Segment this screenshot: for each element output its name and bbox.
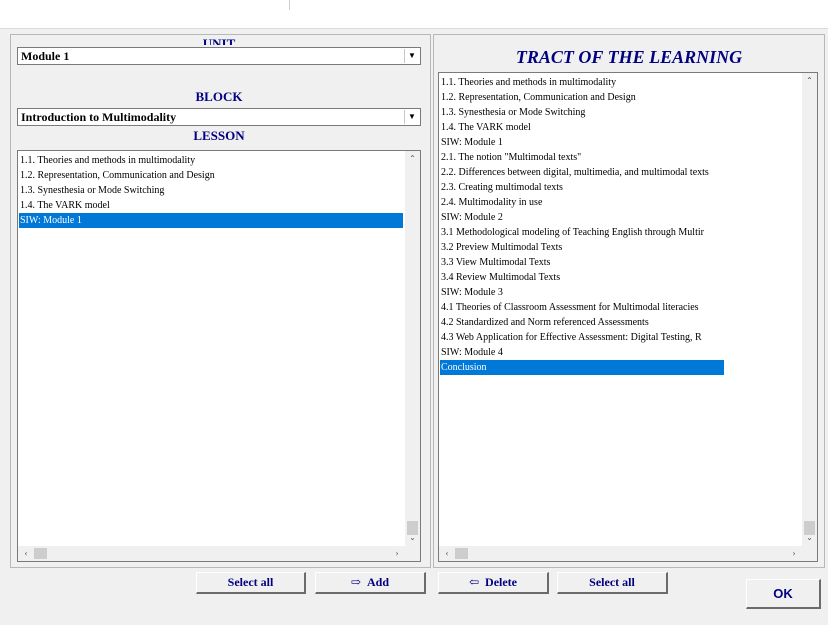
- tract-list-item[interactable]: 4.1 Theories of Classroom Assessment for…: [440, 300, 724, 315]
- select-all-tract-label: Select all: [589, 575, 635, 589]
- learning-tract-panel: TRACT OF THE LEARNING 1.1. Theories and …: [433, 34, 825, 568]
- lesson-items: 1.1. Theories and methods in multimodali…: [19, 153, 403, 228]
- ok-button[interactable]: OK: [746, 579, 821, 609]
- arrow-right-icon: ⇨: [350, 575, 362, 589]
- lesson-heading: LESSON: [193, 128, 245, 143]
- scroll-thumb[interactable]: [34, 548, 47, 559]
- scrollbar-corner: [802, 546, 817, 561]
- block-dropdown-value: Introduction to Multimodality: [21, 110, 177, 124]
- tract-list-item[interactable]: 2.2. Differences between digital, multim…: [440, 165, 724, 180]
- delete-button[interactable]: ⇦ Delete: [438, 572, 549, 594]
- scrollbar-corner: [405, 546, 420, 561]
- tract-items: 1.1. Theories and methods in multimodali…: [440, 75, 724, 375]
- chevron-down-icon[interactable]: ▼: [404, 110, 419, 124]
- lesson-vertical-scrollbar[interactable]: ⌃ ⌄: [405, 151, 420, 546]
- scroll-left-icon[interactable]: ‹: [19, 546, 33, 561]
- unit-heading: UNIT: [202, 37, 236, 45]
- scroll-up-icon[interactable]: ⌃: [802, 74, 817, 88]
- scroll-right-icon[interactable]: ›: [787, 546, 801, 561]
- tract-list-item[interactable]: 1.4. The VARK model: [440, 120, 724, 135]
- scroll-thumb[interactable]: [455, 548, 468, 559]
- select-all-lessons-button[interactable]: Select all: [196, 572, 306, 594]
- lesson-listbox[interactable]: 1.1. Theories and methods in multimodali…: [17, 150, 421, 562]
- tract-listbox[interactable]: 1.1. Theories and methods in multimodali…: [438, 72, 818, 562]
- add-button[interactable]: ⇨ Add: [315, 572, 426, 594]
- tract-list-item[interactable]: 1.1. Theories and methods in multimodali…: [440, 75, 724, 90]
- block-dropdown[interactable]: Introduction to Multimodality ▼: [17, 108, 421, 126]
- tract-list-item[interactable]: 3.1 Methodological modeling of Teaching …: [440, 225, 724, 240]
- tract-list-item[interactable]: 1.3. Synesthesia or Mode Switching: [440, 105, 724, 120]
- tract-list-item[interactable]: SIW: Module 4: [440, 345, 724, 360]
- tract-list-item[interactable]: 3.3 View Multimodal Texts: [440, 255, 724, 270]
- tract-list-item[interactable]: 2.3. Creating multimodal texts: [440, 180, 724, 195]
- tract-list-item[interactable]: SIW: Module 3: [440, 285, 724, 300]
- scroll-up-icon[interactable]: ⌃: [405, 152, 420, 166]
- tract-list-item[interactable]: 4.3 Web Application for Effective Assess…: [440, 330, 724, 345]
- title-bar: [0, 0, 828, 29]
- select-all-tract-button[interactable]: Select all: [557, 572, 668, 594]
- tract-list-item[interactable]: SIW: Module 2: [440, 210, 724, 225]
- unit-dropdown-value: Module 1: [21, 49, 70, 63]
- scroll-down-icon[interactable]: ⌄: [405, 531, 420, 545]
- lesson-list-item[interactable]: 1.2. Representation, Communication and D…: [19, 168, 403, 183]
- scroll-down-icon[interactable]: ⌄: [802, 531, 817, 545]
- lesson-list-item[interactable]: 1.3. Synesthesia or Mode Switching: [19, 183, 403, 198]
- block-heading: BLOCK: [195, 89, 243, 104]
- tract-list-item[interactable]: 1.2. Representation, Communication and D…: [440, 90, 724, 105]
- lesson-list-item[interactable]: SIW: Module 1: [19, 213, 403, 228]
- unit-dropdown[interactable]: Module 1 ▼: [17, 47, 421, 65]
- tract-list-item[interactable]: 2.1. The notion "Multimodal texts": [440, 150, 724, 165]
- lesson-list-item[interactable]: 1.1. Theories and methods in multimodali…: [19, 153, 403, 168]
- tract-list-item[interactable]: 3.2 Preview Multimodal Texts: [440, 240, 724, 255]
- title-bar-divider: [289, 0, 290, 10]
- scroll-right-icon[interactable]: ›: [390, 546, 404, 561]
- tract-vertical-scrollbar[interactable]: ⌃ ⌄: [802, 73, 817, 546]
- tract-list-item[interactable]: 2.4. Multimodality in use: [440, 195, 724, 210]
- chevron-down-icon[interactable]: ▼: [404, 49, 419, 63]
- tract-heading: TRACT OF THE LEARNING: [515, 47, 743, 67]
- add-label: Add: [367, 575, 390, 589]
- delete-label: Delete: [485, 575, 518, 589]
- select-all-lessons-label: Select all: [227, 575, 274, 589]
- ok-label: OK: [773, 586, 793, 601]
- arrow-left-icon: ⇦: [468, 575, 480, 589]
- tract-horizontal-scrollbar[interactable]: ‹ ›: [439, 546, 802, 561]
- tract-list-item[interactable]: 3.4 Review Multimodal Texts: [440, 270, 724, 285]
- scroll-left-icon[interactable]: ‹: [440, 546, 454, 561]
- lesson-horizontal-scrollbar[interactable]: ‹ ›: [18, 546, 405, 561]
- lesson-selection-panel: UNIT Module 1 ▼ BLOCK Introduction to Mu…: [10, 34, 431, 568]
- lesson-list-item[interactable]: 1.4. The VARK model: [19, 198, 403, 213]
- tract-list-item[interactable]: SIW: Module 1: [440, 135, 724, 150]
- tract-list-item[interactable]: 4.2 Standardized and Norm referenced Ass…: [440, 315, 724, 330]
- tract-list-item[interactable]: Conclusion: [440, 360, 724, 375]
